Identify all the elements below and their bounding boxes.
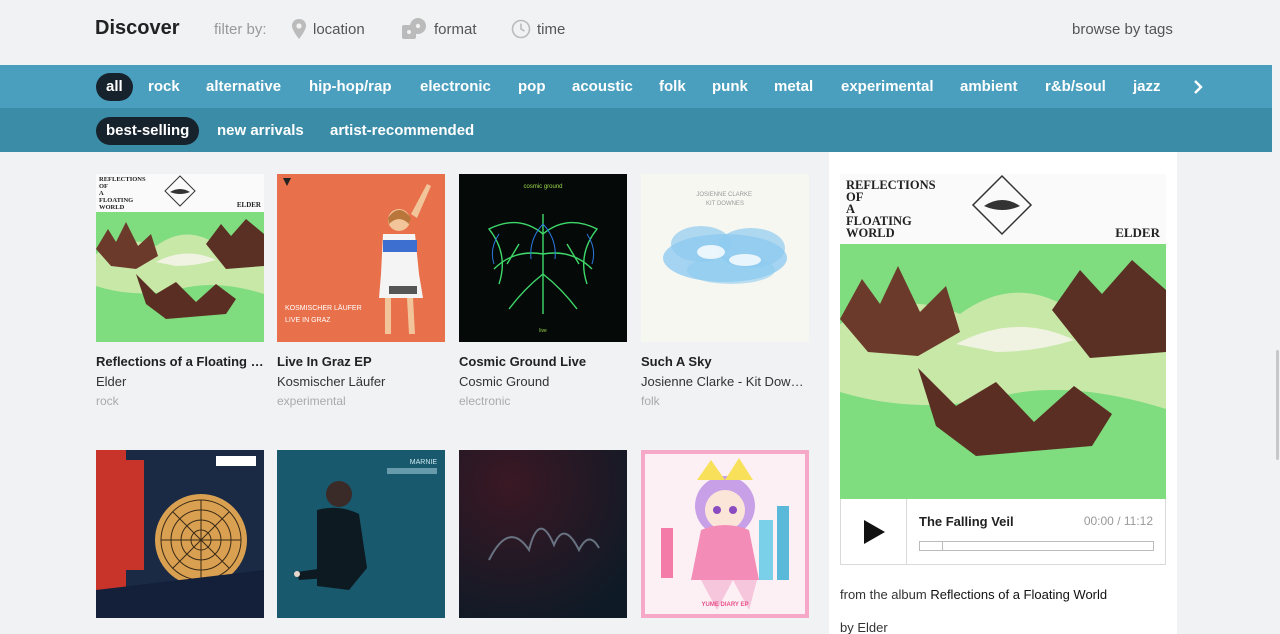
cover-cosmic-title: cosmic ground xyxy=(523,184,562,190)
album-cover-dark-script[interactable] xyxy=(459,450,627,618)
sort-tab-new-arrivals[interactable]: new arrivals xyxy=(217,117,304,145)
genre-tab-hip-hop-rap[interactable]: hip-hop/rap xyxy=(309,73,392,101)
genre-tab-rock[interactable]: rock xyxy=(148,73,180,101)
album-title[interactable]: Cosmic Ground Live xyxy=(459,354,627,369)
cover-reflections-artist: ELDER xyxy=(237,201,262,209)
progress-bar[interactable] xyxy=(919,541,1154,551)
page-scrollbar[interactable] xyxy=(1276,350,1279,460)
album-card[interactable]: YUME DIARY EP xyxy=(641,450,809,634)
album-card[interactable]: REFLECTIONS OF A FLOATING WORLD ELDER Re… xyxy=(96,174,264,408)
from-album-line: from the album Reflections of a Floating… xyxy=(840,587,1107,602)
filter-location[interactable]: location xyxy=(291,17,365,41)
cover-marnie-text: MARNIE xyxy=(410,459,438,466)
album-cover-reflections[interactable]: REFLECTIONS OF A FLOATING WORLD ELDER xyxy=(96,174,264,342)
album-artist[interactable]: Kosmischer Läufer xyxy=(277,374,445,389)
track-title[interactable]: The Falling Veil xyxy=(919,514,1014,529)
album-genre: rock xyxy=(96,394,119,408)
page-title: Discover xyxy=(95,17,180,39)
genre-tab-folk[interactable]: folk xyxy=(659,73,686,101)
album-title[interactable]: Live In Graz EP xyxy=(277,354,445,369)
album-card[interactable]: cosmic ground live Cosmic Ground Live Co… xyxy=(459,174,627,408)
genre-tab-acoustic[interactable]: acoustic xyxy=(572,73,633,101)
play-icon xyxy=(863,519,885,544)
album-artist[interactable]: Elder xyxy=(96,374,264,389)
genre-tab-jazz[interactable]: jazz xyxy=(1133,73,1161,101)
sort-tab-best-selling[interactable]: best-selling xyxy=(96,117,200,145)
chevron-right-icon xyxy=(1194,80,1203,94)
sort-tab-artist-recommended[interactable]: artist-recommended xyxy=(330,117,474,145)
genre-tab-alternative[interactable]: alternative xyxy=(206,73,281,101)
genre-tab-pop[interactable]: pop xyxy=(518,73,546,101)
audio-player: The Falling Veil 00:00 / 11:12 xyxy=(840,499,1166,565)
artist-link[interactable]: by Elder xyxy=(840,620,888,634)
genre-tab-experimental[interactable]: experimental xyxy=(841,73,934,101)
filter-format-label: format xyxy=(434,20,477,38)
from-album-prefix: from the album xyxy=(840,587,927,602)
genre-tab-all[interactable]: all xyxy=(96,73,133,101)
browse-by-tags-link[interactable]: browse by tags xyxy=(1072,21,1173,38)
play-button[interactable] xyxy=(841,499,907,564)
album-card[interactable]: KOSMISCHER LÄUFER LIVE IN GRAZ Live In G… xyxy=(277,174,445,408)
album-card[interactable]: JOSIENNE CLARKE KIT DOWNES Such A Sky Jo… xyxy=(641,174,809,408)
album-cover-graz[interactable]: KOSMISCHER LÄUFER LIVE IN GRAZ xyxy=(277,174,445,342)
genre-scroll-right-button[interactable] xyxy=(1186,73,1210,101)
album-title[interactable]: Such A Sky xyxy=(641,354,809,369)
album-artist[interactable]: Cosmic Ground xyxy=(459,374,627,389)
album-card[interactable]: MARNIE xyxy=(277,450,445,634)
album-cover-anime[interactable]: YUME DIARY EP xyxy=(641,450,809,618)
album-genre: experimental xyxy=(277,394,346,408)
album-artist[interactable]: Josienne Clarke - Kit Downes xyxy=(641,374,809,389)
progress-handle[interactable] xyxy=(920,542,944,550)
featured-panel: REFLECTIONS OF A FLOATING WORLD ELDER Th… xyxy=(829,152,1177,634)
filter-time[interactable]: time xyxy=(511,17,565,41)
album-genre: folk xyxy=(641,394,660,408)
filter-format[interactable]: format xyxy=(402,17,477,41)
album-card[interactable] xyxy=(96,450,264,634)
filter-label: filter by: xyxy=(214,21,267,38)
album-cover-cosmic[interactable]: cosmic ground live xyxy=(459,174,627,342)
genre-tab-punk[interactable]: punk xyxy=(712,73,748,101)
filter-location-label: location xyxy=(313,20,365,38)
cover-cosmic-sub: live xyxy=(539,328,547,334)
album-genre: electronic xyxy=(459,394,511,408)
featured-album-cover[interactable]: REFLECTIONS OF A FLOATING WORLD ELDER xyxy=(840,174,1166,499)
genre-tab-rnb-soul[interactable]: r&b/soul xyxy=(1045,73,1106,101)
album-cover-red-poster[interactable] xyxy=(96,450,264,618)
genre-tab-metal[interactable]: metal xyxy=(774,73,813,101)
location-pin-icon xyxy=(291,19,307,39)
album-cover-marnie[interactable]: MARNIE xyxy=(277,450,445,618)
sort-bar: best-selling new arrivals artist-recomme… xyxy=(0,108,1272,152)
album-link[interactable]: Reflections of a Floating World xyxy=(930,587,1107,602)
genre-tab-ambient[interactable]: ambient xyxy=(960,73,1018,101)
album-cover-sky[interactable]: JOSIENNE CLARKE KIT DOWNES xyxy=(641,174,809,342)
album-title[interactable]: Reflections of a Floating World xyxy=(96,354,264,369)
format-icon xyxy=(402,17,428,41)
genre-tab-electronic[interactable]: electronic xyxy=(420,73,491,101)
clock-icon xyxy=(511,19,531,39)
featured-cover-artist: ELDER xyxy=(1115,225,1160,240)
header: Discover filter by: location format time… xyxy=(0,0,1272,65)
genre-bar: all rock alternative hip-hop/rap electro… xyxy=(0,65,1272,108)
cover-anime-text: YUME DIARY EP xyxy=(701,602,748,608)
track-time: 00:00 / 11:12 xyxy=(1083,514,1153,528)
album-card[interactable] xyxy=(459,450,627,634)
filter-time-label: time xyxy=(537,20,566,38)
